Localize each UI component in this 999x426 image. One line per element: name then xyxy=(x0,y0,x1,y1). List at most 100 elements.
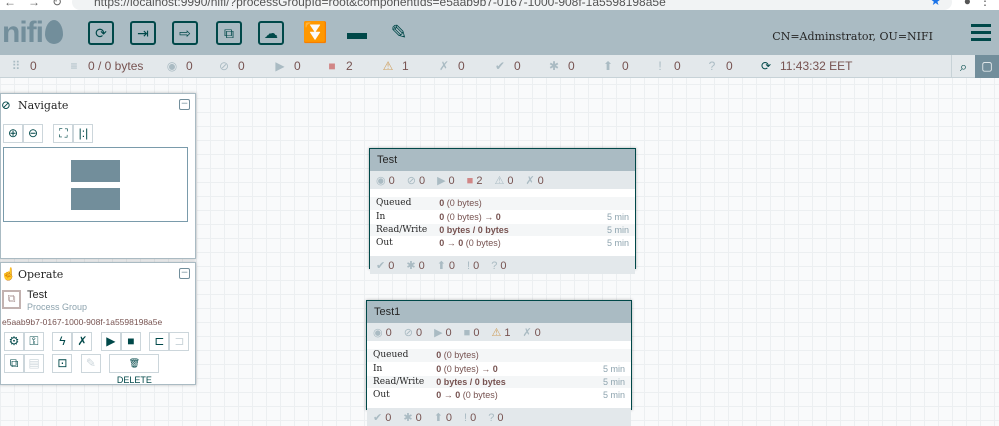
process-group-stats: ◉ 0 ⊘ 0 ▶ 0 ■ 2 ⚠ 0 ✗ 0 xyxy=(370,171,635,189)
status-unknown: ? 0 xyxy=(706,59,733,73)
status-active-threads: ⠿ 0 xyxy=(10,59,37,73)
status-running-value: 0 xyxy=(294,59,301,73)
hand-pointer-icon: ☝ xyxy=(1,267,16,281)
sync-failure-count: ! 0 xyxy=(464,411,477,424)
sync-failure-icon: ! xyxy=(467,259,471,272)
selected-component-name: Test xyxy=(27,289,48,301)
paste-button[interactable]: ▤ xyxy=(24,354,44,373)
status-not-transmitting-value: 0 xyxy=(238,59,245,73)
stopped-icon: ■ xyxy=(328,59,336,73)
group-button[interactable]: ⊡ xyxy=(52,354,73,373)
unknown-count: ? 0 xyxy=(491,259,507,272)
process-group-test1[interactable]: Test1 ◉ 0 ⊘ 0 ▶ 0 ■ 0 ⚠ 1 ✗ 0 Queued 0 (0 bytes) In 0… xyxy=(366,300,632,426)
transmitting-icon: ◉ xyxy=(376,175,386,187)
stop-button[interactable]: ■ xyxy=(120,332,141,351)
status-queued: ≡ 0 / 0 bytes xyxy=(68,59,143,73)
readwrite-row: Read/Write 0 bytes / 0 bytes 5 min xyxy=(370,223,635,237)
start-button[interactable]: ▶ xyxy=(100,332,121,351)
fit-button[interactable]: ⛶ xyxy=(53,124,74,143)
up-to-date-icon: ✔ xyxy=(494,59,506,73)
up-to-date-count: ✔ 0 xyxy=(376,259,395,272)
flow-status-bar: ⠿ 0 ≡ 0 / 0 bytes ◉ 0 ⊘ 0 ▶ 0 ■ 2 ⚠ 1 ✗ 0 ✔ 0 ✱ 0 ⬆ 0! 0? 0 ⟳ 11:… xyxy=(0,55,999,78)
actual-size-button[interactable]: |:| xyxy=(73,124,94,143)
disable-button[interactable]: ✗ xyxy=(72,332,93,351)
collapse-navigate-icon[interactable]: − xyxy=(179,99,190,110)
status-stale: ⬆ 0 xyxy=(602,59,629,73)
create-template-button[interactable]: ⊏ xyxy=(149,332,170,351)
sync-failure-count: ! 0 xyxy=(467,259,480,272)
global-menu-icon[interactable] xyxy=(971,24,991,45)
configure-button[interactable]: ⚙ xyxy=(4,332,24,351)
queued-row: Queued 0 (0 bytes) xyxy=(367,349,631,363)
status-transmitting: ◉ 0 xyxy=(166,59,193,73)
processor-tool-icon[interactable]: ⟳ xyxy=(88,21,114,45)
funnel-tool-icon[interactable]: ⏬ xyxy=(302,21,328,45)
compass-icon: ⊘ xyxy=(1,98,12,112)
process-group-test[interactable]: Test ◉ 0 ⊘ 0 ▶ 0 ■ 2 ⚠ 0 ✗ 0 Queued 0 (0 bytes) In 0 … xyxy=(369,148,636,274)
sync-failure-icon: ! xyxy=(658,59,662,73)
status-refresh[interactable]: ⟳ 11:43:32 EET xyxy=(760,59,853,73)
refresh-icon: ⟳ xyxy=(760,59,772,73)
process-group-metrics: Queued 0 (0 bytes) In 0 (0 bytes) → 05 min… xyxy=(367,349,631,402)
status-transmitting-value: 0 xyxy=(186,59,193,73)
label-tool-icon[interactable]: ✎ xyxy=(386,21,412,45)
bookmark-star-icon[interactable]: ★ xyxy=(930,0,941,8)
status-running: ▶ 0 xyxy=(274,59,301,73)
upload-template-button[interactable]: ⊐ xyxy=(169,332,190,351)
remote-process-group-tool-icon[interactable]: ☁ xyxy=(258,21,284,45)
enable-button[interactable]: ϟ xyxy=(52,332,73,351)
status-stopped: ■ 2 xyxy=(326,59,352,73)
browser-bar: ←→↻ https://localhost:9990/nifi/?process… xyxy=(0,0,999,10)
navigate-title: Navigate xyxy=(18,99,69,112)
locally-modified-icon: ✱ xyxy=(406,259,416,272)
disabled-count: ✗ 0 xyxy=(522,327,541,339)
stopped-icon: ■ xyxy=(466,175,474,187)
stopped-icon: ■ xyxy=(463,327,471,339)
transmitting-count: ◉ 0 xyxy=(373,327,392,339)
selected-component-id: e5aab9b7-0167-1000-908f-1a5598198a5e xyxy=(2,317,163,327)
menu-more-icon[interactable]: ⋮ xyxy=(979,0,991,8)
version-control-stats: ✔ 0 ✱ 0 ⬆ 0 ! 0 ? 0 xyxy=(370,255,635,274)
locally-modified-icon: ✱ xyxy=(403,411,413,424)
invalid-icon: ⚠ xyxy=(382,59,394,73)
zoom-out-button[interactable]: ⊖ xyxy=(23,124,43,143)
out-row: Out 0 → 0 (0 bytes) 5 min xyxy=(370,236,635,250)
url-bar[interactable]: https://localhost:9990/nifi/?processGrou… xyxy=(72,0,952,10)
template-tool-icon[interactable]: ▬ xyxy=(344,21,370,45)
invalid-icon: ⚠ xyxy=(494,175,505,187)
bulletin-board-icon[interactable]: ▢ xyxy=(975,55,999,78)
color-button[interactable]: ✎ xyxy=(80,354,101,373)
selected-component-type: Process Group xyxy=(27,302,88,312)
status-not-transmitting: ⊘ 0 xyxy=(218,59,245,73)
disabled-icon: ✗ xyxy=(525,175,535,187)
current-user: CN=Adminstrator, OU=NIFI xyxy=(772,30,933,43)
not-transmitting-icon: ⊘ xyxy=(218,59,230,73)
access-policies-button[interactable]: ⚿ xyxy=(24,332,44,351)
running-icon: ▶ xyxy=(275,59,285,73)
output-port-tool-icon[interactable]: ⇨ xyxy=(172,21,198,45)
copy-button[interactable]: ⧉ xyxy=(4,354,24,373)
disabled-count: ✗ 0 xyxy=(525,175,544,187)
unknown-icon: ? xyxy=(708,59,716,73)
status-disabled: ✗ 0 xyxy=(438,59,465,73)
running-icon: ▶ xyxy=(437,175,446,187)
status-locally-modified-value: 0 xyxy=(568,59,575,73)
birdseye-view[interactable] xyxy=(3,147,188,222)
stopped-count: ■ 0 xyxy=(463,327,480,339)
search-icon[interactable]: ⌕ xyxy=(951,55,975,78)
account-icon[interactable]: ● xyxy=(964,0,971,8)
running-count: ▶ 0 xyxy=(434,327,452,339)
stale-count: ⬆ 0 xyxy=(433,411,453,424)
not-transmitting-icon: ⊘ xyxy=(403,327,413,339)
locally-modified-count: ✱ 0 xyxy=(403,411,422,424)
input-port-tool-icon[interactable]: ⇥ xyxy=(130,21,156,45)
back-forward-reload-icons[interactable]: ←→↻ xyxy=(4,0,74,9)
process-group-tool-icon[interactable]: ⧉ xyxy=(216,21,242,45)
collapse-operate-icon[interactable]: − xyxy=(179,268,190,279)
delete-button[interactable]: 🗑 DELETE xyxy=(109,354,160,385)
status-locally-modified: ✱ 0 xyxy=(548,59,575,73)
transmitting-icon: ◉ xyxy=(166,59,178,73)
unknown-icon: ? xyxy=(488,411,495,424)
status-up-to-date: ✔ 0 xyxy=(494,59,521,73)
zoom-in-button[interactable]: ⊕ xyxy=(3,124,23,143)
